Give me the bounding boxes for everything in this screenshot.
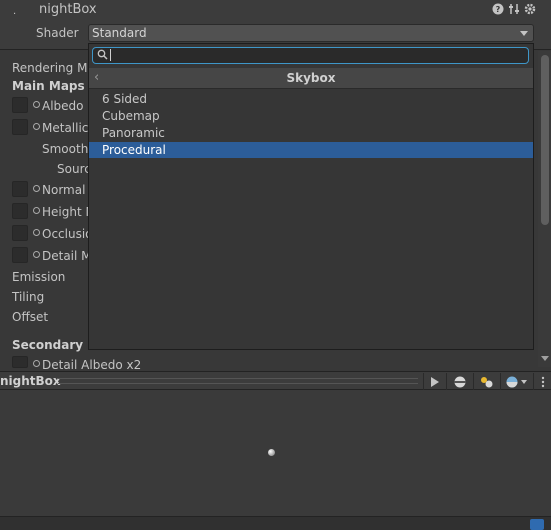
shader-popup: ‹ Skybox 6 Sided Cubemap Panoramic Proce…: [88, 43, 534, 350]
popup-item-label: Cubemap: [102, 109, 160, 123]
scroll-down-arrow-icon[interactable]: [541, 356, 549, 361]
more-icon: [541, 376, 544, 387]
play-icon: [431, 376, 439, 387]
albedo-texture-slot[interactable]: [12, 97, 28, 113]
preview-lights-button[interactable]: [473, 373, 499, 390]
offset-label: Offset: [12, 310, 49, 324]
popup-title: Skybox: [286, 71, 336, 85]
rendering-mode-label: Rendering Mo: [12, 61, 95, 75]
help-icon[interactable]: ?: [492, 3, 504, 15]
shader-dropdown-value: Standard: [92, 26, 147, 40]
search-field[interactable]: [92, 47, 529, 64]
status-footer: [0, 516, 551, 530]
popup-item-panoramic[interactable]: Panoramic: [89, 125, 533, 141]
chevron-down-icon: [521, 379, 527, 384]
gear-icon[interactable]: [524, 3, 536, 15]
detail-mask-texture-slot[interactable]: [12, 247, 28, 263]
occlusion-label: Occlusio: [42, 227, 93, 241]
occlusion-texture-slot[interactable]: [12, 225, 28, 241]
preview-sphere-button[interactable]: [446, 373, 472, 390]
metallic-label: Metallic: [42, 121, 89, 135]
lights-icon: [480, 376, 492, 387]
secondary-maps-heading: Secondary M: [12, 338, 100, 352]
detail-albedo-texture-slot[interactable]: [12, 356, 28, 368]
asset-bundle-icon[interactable]: [530, 519, 544, 530]
shader-dropdown[interactable]: Standard: [88, 24, 534, 42]
svg-text:?: ?: [496, 5, 501, 14]
metallic-texture-slot[interactable]: [12, 119, 28, 135]
popup-item-procedural[interactable]: Procedural: [89, 142, 533, 158]
detail-albedo-label: Detail Albedo x2: [42, 358, 142, 372]
object-picker-icon[interactable]: [33, 360, 40, 367]
preview-toolbar: nightBox: [0, 371, 551, 390]
preview-mode-dropdown[interactable]: [500, 373, 532, 390]
material-title: nightBox: [39, 2, 97, 17]
detail-mask-label: Detail M: [42, 249, 92, 263]
sky-sphere-icon: [506, 376, 518, 387]
text-cursor: [110, 49, 111, 61]
popup-item-6-sided[interactable]: 6 Sided: [89, 91, 533, 107]
material-icon: ·: [13, 9, 17, 20]
play-button[interactable]: [423, 373, 445, 390]
emission-label: Emission: [12, 270, 66, 284]
shader-label: Shader: [36, 26, 79, 40]
main-maps-heading: Main Maps: [12, 79, 85, 93]
popup-item-label: Panoramic: [102, 126, 165, 140]
popup-item-label: Procedural: [102, 143, 166, 157]
object-picker-icon[interactable]: [33, 123, 40, 130]
object-picker-icon[interactable]: [33, 185, 40, 192]
preview-title: nightBox: [0, 374, 61, 388]
normal-map-texture-slot[interactable]: [12, 181, 28, 197]
normal-map-label: Normal I: [42, 183, 93, 197]
material-preview-area[interactable]: [0, 390, 551, 516]
popup-header: ‹ Skybox: [89, 68, 533, 89]
more-options-button[interactable]: [533, 373, 551, 390]
object-picker-icon[interactable]: [33, 229, 40, 236]
preview-sphere: [268, 449, 275, 456]
popup-item-label: 6 Sided: [102, 92, 148, 106]
object-picker-icon[interactable]: [33, 101, 40, 108]
scrollbar-thumb[interactable]: [541, 55, 549, 225]
source-label: Sourc: [57, 162, 91, 176]
chevron-down-icon: [520, 31, 528, 36]
tiling-label: Tiling: [12, 290, 45, 304]
object-picker-icon[interactable]: [33, 251, 40, 258]
drag-handle[interactable]: [58, 378, 418, 384]
popup-item-cubemap[interactable]: Cubemap: [89, 108, 533, 124]
albedo-label: Albedo: [42, 99, 84, 113]
search-icon: [97, 49, 108, 60]
settings-sliders-icon[interactable]: [508, 3, 520, 15]
sphere-preview-icon: [453, 376, 466, 387]
object-picker-icon[interactable]: [33, 207, 40, 214]
height-map-texture-slot[interactable]: [12, 203, 28, 219]
